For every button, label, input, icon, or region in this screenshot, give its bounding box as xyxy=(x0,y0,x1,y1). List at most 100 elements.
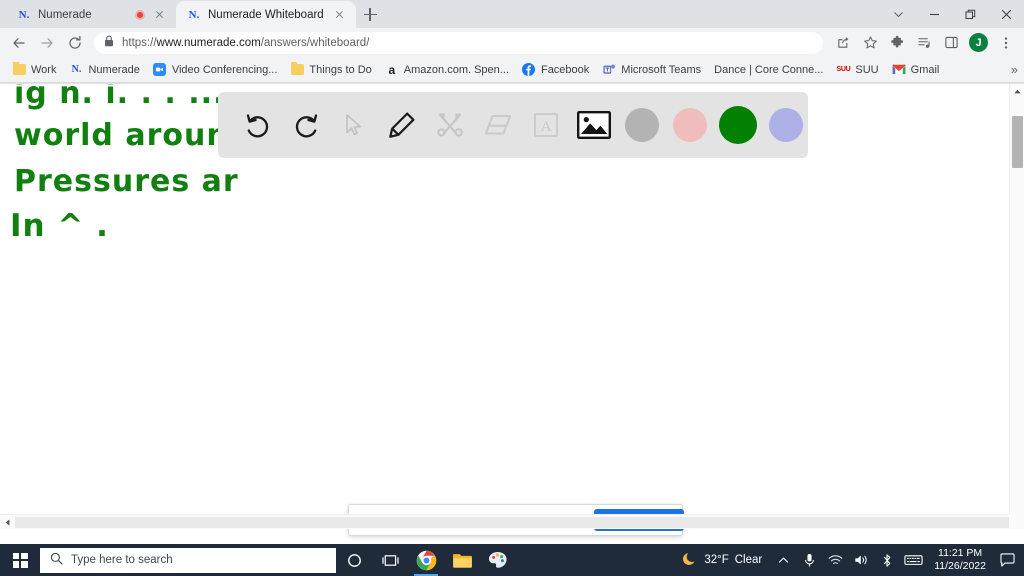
bookmark-label: Microsoft Teams xyxy=(621,63,702,76)
share-icon[interactable] xyxy=(831,31,855,55)
horizontal-scrollbar-track[interactable] xyxy=(15,517,1009,528)
side-panel-icon[interactable] xyxy=(939,31,963,55)
ink-stroke-line-3: Pressures ar xyxy=(14,164,239,199)
bookmark-dance-core-connections[interactable]: Dance | Core Conne... xyxy=(708,61,829,79)
browser-toolbar: https://www.numerade.com/answers/whitebo… xyxy=(0,28,1024,57)
profile-avatar[interactable]: J xyxy=(969,33,988,52)
close-icon[interactable] xyxy=(152,7,167,22)
start-button[interactable] xyxy=(0,544,40,576)
maximize-restore-button[interactable] xyxy=(952,0,988,28)
facebook-icon xyxy=(522,63,536,77)
bookmark-work[interactable]: Work xyxy=(6,60,62,80)
microphone-icon[interactable] xyxy=(796,544,822,576)
minimize-button[interactable] xyxy=(916,0,952,28)
task-view-button[interactable] xyxy=(372,544,408,576)
text-tool-button[interactable]: A xyxy=(522,101,570,149)
vertical-scrollbar-thumb[interactable] xyxy=(1012,116,1023,168)
color-swatch-periwinkle[interactable] xyxy=(769,108,803,142)
tab-title: Numerade Whiteboard xyxy=(208,8,324,21)
whiteboard-toolbar: A xyxy=(218,92,808,158)
numerade-logo-icon: N. xyxy=(18,8,30,21)
numerade-logo-icon: N. xyxy=(188,8,200,21)
chrome-taskbar-button[interactable] xyxy=(408,544,444,576)
bookmark-facebook[interactable]: Facebook xyxy=(516,60,595,80)
bookmark-label: Facebook xyxy=(540,63,590,76)
shapes-tool-button[interactable] xyxy=(426,101,474,149)
vertical-scrollbar[interactable] xyxy=(1009,84,1024,529)
bluetooth-pen-icon[interactable] xyxy=(874,544,900,576)
taskbar-clock[interactable]: 11:21 PM 11/26/2022 xyxy=(926,547,994,573)
weather-widget[interactable]: 32°F Clear xyxy=(678,551,770,570)
horizontal-scrollbar[interactable] xyxy=(0,514,1009,529)
tab-search-chevron-down-icon[interactable] xyxy=(880,0,916,28)
gmail-icon xyxy=(892,63,906,77)
paint-3d-taskbar-button[interactable] xyxy=(480,544,516,576)
windows-taskbar: Type here to search 32°F Clear 11:21 PM … xyxy=(0,544,1024,576)
browser-tab-numerade-whiteboard[interactable]: N. Numerade Whiteboard xyxy=(176,1,356,28)
reading-list-icon[interactable] xyxy=(912,31,936,55)
close-icon[interactable] xyxy=(332,7,347,22)
bookmark-label: Video Conferencing... xyxy=(171,63,278,76)
bookmark-label: Numerade xyxy=(88,63,140,76)
color-swatch-pink[interactable] xyxy=(673,108,707,142)
address-bar[interactable]: https://www.numerade.com/answers/whitebo… xyxy=(94,31,823,54)
whiteboard-canvas[interactable]: ig n. i. . . ... world aroun Pressures a… xyxy=(0,84,1024,544)
folder-icon xyxy=(12,62,26,77)
color-swatch-gray[interactable] xyxy=(625,108,659,142)
tab-strip: N. Numerade N. Numerade Whiteboard xyxy=(0,0,1024,28)
touch-keyboard-icon[interactable] xyxy=(900,544,926,576)
pen-tool-button[interactable] xyxy=(378,101,426,149)
wifi-icon[interactable] xyxy=(822,544,848,576)
ink-stroke-line-1: ig n. i. . . ... xyxy=(14,84,226,111)
chrome-browser-window: N. Numerade N. Numerade Whiteboard https… xyxy=(0,0,1024,544)
color-swatch-pink-wrap xyxy=(666,101,714,149)
color-swatch-green[interactable] xyxy=(719,106,757,144)
ink-stroke-line-4: In ^ . xyxy=(10,208,109,244)
forward-button[interactable] xyxy=(34,30,60,56)
scroll-up-arrow-icon[interactable] xyxy=(1010,84,1024,99)
undo-button[interactable] xyxy=(234,101,282,149)
bookmark-suu[interactable]: SUU SUU xyxy=(830,60,884,80)
bookmarks-bar: Work N. Numerade Video Conferencing... T… xyxy=(0,57,1024,83)
scroll-left-arrow-icon[interactable] xyxy=(0,515,15,530)
folder-icon xyxy=(290,62,304,77)
close-window-button[interactable] xyxy=(988,0,1024,28)
taskbar-search-box[interactable]: Type here to search xyxy=(40,547,336,573)
reload-button[interactable] xyxy=(62,30,88,56)
amazon-icon: a xyxy=(388,62,396,77)
cortana-button[interactable] xyxy=(336,544,372,576)
toolbar-actions: J xyxy=(831,31,1018,55)
clock-date: 11/26/2022 xyxy=(934,560,986,572)
volume-icon[interactable] xyxy=(848,544,874,576)
recording-indicator-icon[interactable] xyxy=(135,9,145,20)
bookmark-label: Dance | Core Conne... xyxy=(714,63,824,76)
numerade-logo-icon: N. xyxy=(71,64,82,75)
window-controls xyxy=(880,0,1024,28)
bookmark-label: Things to Do xyxy=(309,63,372,76)
show-hidden-icons-chevron-icon[interactable] xyxy=(770,544,796,576)
chrome-menu-button[interactable] xyxy=(994,31,1018,55)
action-center-button[interactable] xyxy=(994,544,1020,576)
bookmark-star-icon[interactable] xyxy=(858,31,882,55)
new-tab-button[interactable] xyxy=(356,1,384,28)
lock-icon xyxy=(104,34,114,52)
bookmark-microsoft-teams[interactable]: Microsoft Teams xyxy=(596,60,707,80)
extensions-puzzle-icon[interactable] xyxy=(885,31,909,55)
bookmarks-overflow-button[interactable]: » xyxy=(1011,62,1018,77)
back-button[interactable] xyxy=(6,30,32,56)
clock-time: 11:21 PM xyxy=(938,546,983,559)
redo-button[interactable] xyxy=(282,101,330,149)
bookmark-amazon[interactable]: a Amazon.com. Spen... xyxy=(379,60,515,80)
bookmark-video-conferencing[interactable]: Video Conferencing... xyxy=(147,60,284,80)
browser-tab-numerade[interactable]: N. Numerade xyxy=(6,1,176,28)
system-tray: 32°F Clear 11:21 PM 11/26/2022 xyxy=(678,544,1024,576)
bookmark-numerade[interactable]: N. Numerade xyxy=(63,60,145,80)
tab-title: Numerade xyxy=(38,8,92,21)
eraser-tool-button[interactable] xyxy=(474,101,522,149)
bookmark-label: SUU xyxy=(855,63,879,76)
image-tool-button[interactable] xyxy=(570,101,618,149)
file-explorer-taskbar-button[interactable] xyxy=(444,544,480,576)
bookmark-things-to-do[interactable]: Things to Do xyxy=(284,60,377,80)
bookmark-gmail[interactable]: Gmail xyxy=(886,60,946,80)
select-tool-button[interactable] xyxy=(330,101,378,149)
